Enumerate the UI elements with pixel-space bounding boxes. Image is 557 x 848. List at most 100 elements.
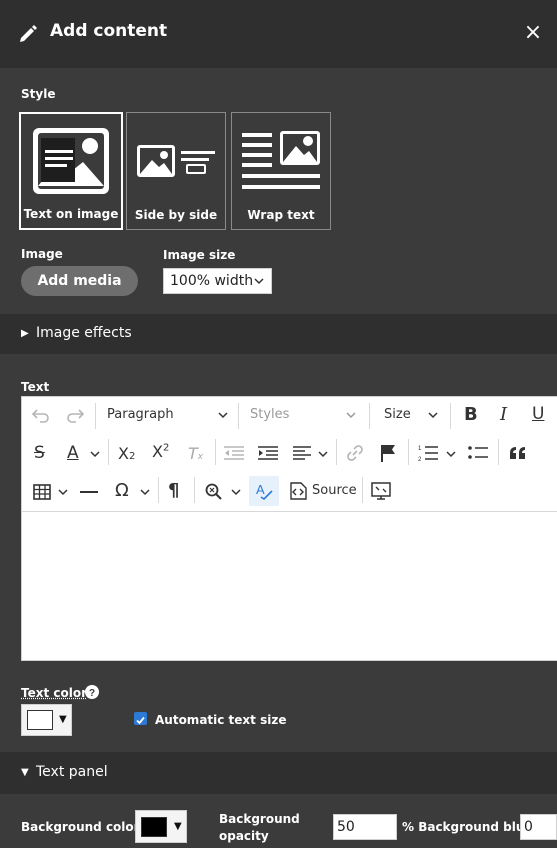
dialog-title: Add content [50, 21, 168, 41]
style-option-wrap-text[interactable]: Wrap text [231, 112, 331, 230]
svg-text:?: ? [89, 688, 95, 699]
paragraph-dropdown[interactable]: Paragraph [107, 407, 174, 422]
background-color-swatch [141, 817, 167, 837]
style-option-text-on-image[interactable]: Text on image [19, 112, 123, 230]
toolbar-separator [108, 439, 109, 465]
underline-icon[interactable]: U [532, 404, 544, 424]
chevron-down-icon [346, 412, 356, 419]
background-color-picker[interactable]: ▼ [135, 810, 187, 843]
align-icon[interactable] [293, 446, 311, 460]
outdent-icon[interactable] [224, 446, 244, 460]
text-on-image-icon [33, 128, 109, 194]
toolbar-separator [408, 439, 409, 465]
help-icon[interactable]: ? [85, 685, 99, 699]
chevron-down-icon [231, 489, 241, 496]
automatic-text-size-label: Automatic text size [155, 713, 287, 727]
add-content-dialog: Add content × Style Text on image Side b… [0, 0, 557, 848]
font-color-icon[interactable]: A [67, 443, 79, 463]
close-icon[interactable]: × [523, 22, 543, 44]
special-character-icon[interactable]: Ω [115, 480, 129, 501]
text-color-picker[interactable]: ▼ [21, 704, 72, 736]
toolbar-separator [238, 403, 239, 429]
automatic-text-size-checkbox[interactable] [134, 712, 147, 725]
background-blur-label: % Background blur [402, 820, 531, 834]
chevron-down-icon [90, 451, 100, 458]
remove-format-icon[interactable]: Tx [188, 444, 203, 463]
image-label: Image [21, 247, 63, 261]
blockquote-icon[interactable] [509, 446, 527, 460]
show-blocks-icon[interactable]: ¶ [168, 480, 179, 501]
dialog-header: Add content × [0, 0, 557, 68]
toolbar-separator [336, 439, 337, 465]
style-option-label: Side by side [134, 208, 218, 222]
anchor-flag-icon[interactable] [379, 443, 399, 463]
strikethrough-icon[interactable]: S [34, 443, 45, 463]
caret-down-icon: ▼ [59, 714, 67, 725]
toolbar-separator [158, 477, 159, 503]
numbered-list-icon[interactable]: 12 [418, 444, 438, 462]
superscript-icon[interactable]: X2 [152, 442, 169, 461]
source-label[interactable]: Source [312, 483, 357, 498]
bold-icon[interactable]: B [464, 404, 478, 425]
chevron-down-icon [254, 278, 264, 285]
background-opacity-input[interactable]: 50 [333, 814, 397, 840]
toolbar-separator [215, 439, 216, 465]
caret-down-icon: ▼ [174, 821, 182, 832]
image-effects-label: Image effects [36, 325, 132, 341]
maximize-icon[interactable] [371, 482, 391, 500]
horizontal-line-icon[interactable] [80, 490, 98, 494]
redo-icon[interactable] [66, 407, 84, 423]
pencil-icon [20, 25, 37, 42]
chevron-down-icon [140, 489, 150, 496]
triangle-right-icon: ▶ [21, 328, 29, 339]
style-option-label: Wrap text [247, 208, 315, 222]
text-panel-toggle[interactable]: ▼ Text panel [0, 752, 557, 794]
bulleted-list-icon[interactable] [468, 445, 488, 461]
undo-icon[interactable] [32, 407, 50, 423]
style-option-side-by-side[interactable]: Side by side [126, 112, 226, 230]
image-size-value: 100% width [170, 273, 254, 289]
toolbar-separator [450, 403, 451, 429]
link-icon[interactable] [346, 444, 364, 462]
background-blur-input[interactable]: 0 [520, 814, 557, 840]
editor-content-area[interactable] [22, 512, 557, 660]
table-icon[interactable] [33, 484, 51, 500]
image-size-select[interactable]: 100% width [163, 268, 272, 294]
toolbar-separator [369, 403, 370, 429]
image-size-label: Image size [163, 248, 236, 262]
style-option-label: Text on image [23, 207, 119, 221]
side-by-side-icon [137, 145, 215, 177]
toolbar-separator [194, 477, 195, 503]
image-effects-toggle[interactable]: ▶ Image effects [0, 314, 557, 354]
size-dropdown[interactable]: Size [384, 407, 411, 422]
toolbar-separator [362, 477, 363, 503]
chevron-down-icon [218, 412, 228, 419]
svg-text:A: A [256, 482, 265, 497]
chevron-down-icon [318, 451, 328, 458]
wrap-text-icon [242, 131, 320, 189]
source-icon[interactable] [288, 482, 308, 500]
add-media-button[interactable]: Add media [21, 266, 138, 296]
text-color-label: Text color [21, 686, 88, 700]
svg-text:1: 1 [418, 446, 422, 452]
text-label: Text [21, 380, 50, 394]
svg-text:2: 2 [418, 457, 422, 462]
text-panel-label: Text panel [36, 764, 108, 780]
background-opacity-label: Background opacity [219, 812, 300, 843]
background-color-label: Background color [21, 820, 140, 834]
find-replace-icon[interactable] [204, 482, 224, 500]
text-color-swatch [27, 710, 53, 730]
indent-icon[interactable] [258, 446, 278, 460]
styles-dropdown[interactable]: Styles [250, 407, 289, 422]
subscript-icon[interactable]: X2 [118, 444, 135, 463]
toolbar-separator [95, 403, 96, 429]
spellcheck-icon[interactable]: A [249, 476, 279, 506]
style-label: Style [21, 87, 56, 101]
toolbar-separator [498, 439, 499, 465]
italic-icon[interactable]: I [500, 404, 507, 425]
chevron-down-icon [446, 451, 456, 458]
rich-text-editor: Paragraph Styles Size B I U S A X2 X2 Tx… [21, 396, 557, 661]
chevron-down-icon [58, 489, 68, 496]
triangle-down-icon: ▼ [21, 767, 29, 778]
chevron-down-icon [428, 412, 438, 419]
